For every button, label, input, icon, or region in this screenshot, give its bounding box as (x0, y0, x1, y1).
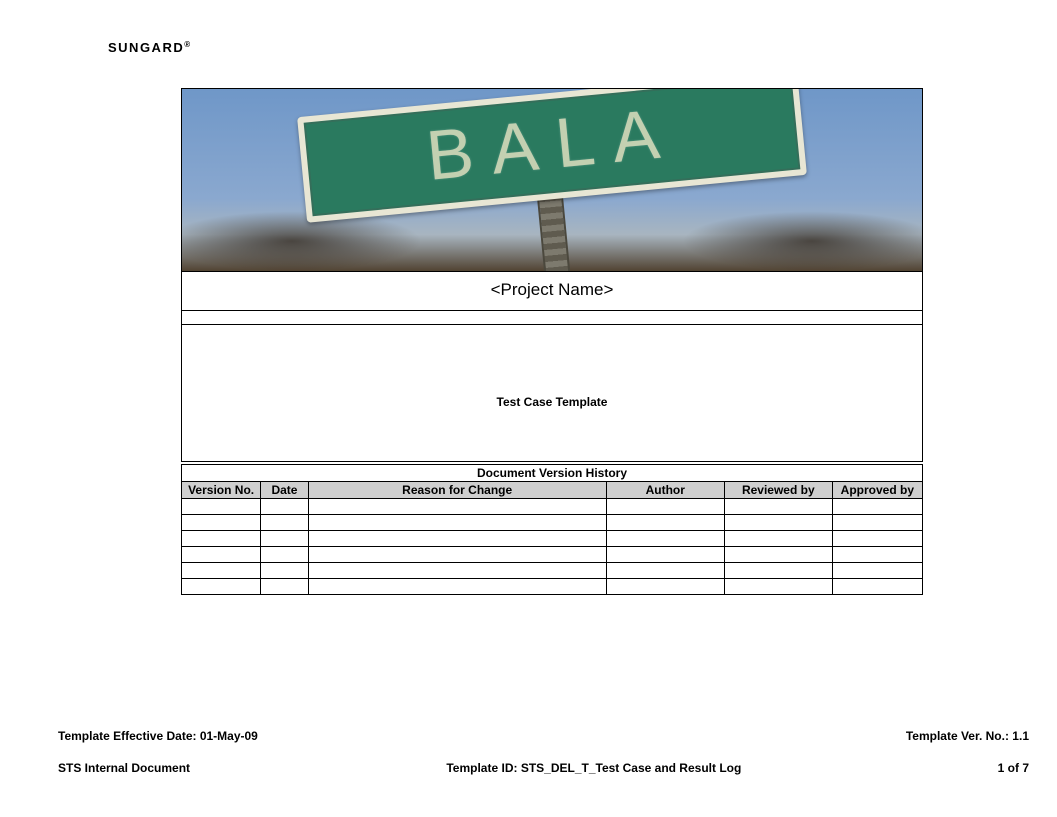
decorative-trees (182, 211, 422, 271)
table-cell (724, 531, 832, 547)
col-reason: Reason for Change (308, 482, 606, 499)
sign-text: BALA (423, 92, 681, 196)
table-cell (308, 531, 606, 547)
table-header-row: Version No. Date Reason for Change Autho… (182, 482, 922, 499)
table-cell (308, 515, 606, 531)
table-cell (261, 515, 309, 531)
table-cell (832, 563, 922, 579)
table-cell (182, 499, 261, 515)
registered-mark: ® (184, 40, 191, 49)
table-cell (261, 499, 309, 515)
table-cell (308, 563, 606, 579)
document-subtitle-row: Test Case Template (182, 324, 922, 461)
table-cell (832, 531, 922, 547)
table-cell (308, 579, 606, 595)
table-cell (724, 547, 832, 563)
table-cell (606, 563, 724, 579)
page-footer: Template Effective Date: 01-May-09 Templ… (58, 729, 1029, 775)
table-cell (261, 547, 309, 563)
divider-row (182, 310, 922, 324)
table-cell (606, 531, 724, 547)
document-page: SUNGARD® BALA <Project Name> Test Case T… (0, 0, 1057, 817)
project-name: <Project Name> (491, 280, 614, 299)
page-number: 1 of 7 (998, 761, 1029, 775)
document-classification: STS Internal Document (58, 761, 190, 775)
company-logo: SUNGARD® (108, 40, 192, 55)
table-cell (724, 499, 832, 515)
table-cell (261, 531, 309, 547)
decorative-trees (682, 211, 922, 271)
banner-image: BALA (182, 89, 922, 271)
table-cell (261, 579, 309, 595)
table-cell (606, 579, 724, 595)
table-cell (724, 515, 832, 531)
table-cell (308, 547, 606, 563)
table-row (182, 531, 922, 547)
table-cell (724, 563, 832, 579)
col-author: Author (606, 482, 724, 499)
table-row (182, 563, 922, 579)
col-reviewed: Reviewed by (724, 482, 832, 499)
table-cell (182, 563, 261, 579)
table-cell (832, 579, 922, 595)
template-id: Template ID: STS_DEL_T_Test Case and Res… (190, 761, 998, 775)
version-history-title: Document Version History (182, 465, 922, 482)
table-row (182, 579, 922, 595)
table-cell (724, 579, 832, 595)
table-cell (606, 515, 724, 531)
col-approved: Approved by (832, 482, 922, 499)
table-row (182, 515, 922, 531)
template-effective-date: Template Effective Date: 01-May-09 (58, 729, 258, 743)
table-cell (261, 563, 309, 579)
document-subtitle: Test Case Template (497, 395, 608, 409)
table-cell (832, 547, 922, 563)
table-cell (606, 499, 724, 515)
version-history-table: Version No. Date Reason for Change Autho… (182, 482, 922, 595)
table-cell (606, 547, 724, 563)
table-row (182, 547, 922, 563)
table-cell (308, 499, 606, 515)
template-version: Template Ver. No.: 1.1 (906, 729, 1029, 743)
table-cell (182, 515, 261, 531)
project-name-row: <Project Name> (182, 271, 922, 310)
col-date: Date (261, 482, 309, 499)
version-history-section: Document Version History Version No. Dat… (181, 464, 923, 595)
logo-text: SUNGARD (108, 40, 184, 55)
table-row (182, 499, 922, 515)
col-version: Version No. (182, 482, 261, 499)
sign-post (536, 188, 573, 271)
table-cell (832, 499, 922, 515)
table-cell (182, 579, 261, 595)
table-cell (832, 515, 922, 531)
table-cell (182, 547, 261, 563)
cover-box: BALA <Project Name> Test Case Template (181, 88, 923, 462)
table-cell (182, 531, 261, 547)
